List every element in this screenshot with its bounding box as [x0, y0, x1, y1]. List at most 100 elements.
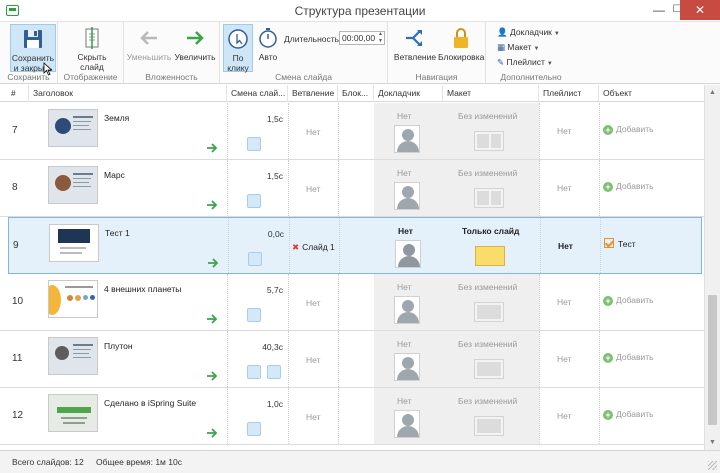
object-quiz[interactable]: Тест	[604, 238, 636, 249]
slide-title[interactable]: Марс	[104, 170, 125, 180]
slide-time[interactable]: 1,5с	[267, 171, 283, 181]
narrator-value[interactable]: Нет	[397, 111, 411, 121]
increase-nesting-button[interactable]: Увеличить	[172, 24, 218, 72]
decrease-nesting-button[interactable]: Уменьшить	[126, 24, 172, 72]
col-header-playlist[interactable]: Плейлист	[539, 85, 599, 102]
green-arrow-icon[interactable]	[207, 258, 219, 268]
table-row[interactable]: 10 4 внешних планеты 5,7с Нет Нет Без из…	[0, 274, 704, 331]
stopwatch-icon[interactable]	[267, 308, 281, 322]
green-arrow-icon[interactable]	[206, 428, 218, 438]
narrator-value[interactable]: Нет	[398, 226, 413, 236]
slide-time[interactable]: 1,5с	[267, 114, 283, 124]
playlist-value[interactable]: Нет	[557, 126, 571, 136]
narrator-value[interactable]: Нет	[397, 282, 411, 292]
layout-value[interactable]: Только слайд	[462, 226, 519, 236]
close-button[interactable]: ✕	[680, 0, 720, 20]
narrator-value[interactable]: Нет	[397, 339, 411, 349]
col-header-object[interactable]: Объект	[599, 85, 704, 102]
branch-value[interactable]: Нет	[306, 412, 320, 422]
layout-value[interactable]: Без изменений	[458, 396, 517, 406]
branch-target[interactable]: ✖ Слайд 1	[292, 242, 335, 253]
narrator-dropdown[interactable]: 👤 Докладчик ▼	[497, 26, 560, 39]
playlist-value[interactable]: Нет	[557, 183, 571, 193]
playlist-value[interactable]: Нет	[557, 354, 571, 364]
narrator-avatar-icon[interactable]	[395, 240, 421, 268]
add-object-button[interactable]: + Добавить	[603, 352, 654, 363]
branching-button[interactable]: Ветвление	[392, 24, 438, 72]
col-header-branching[interactable]: Ветвление	[288, 85, 338, 102]
layout-preview-icon[interactable]	[474, 416, 504, 436]
stopwatch-icon[interactable]	[267, 365, 281, 379]
scroll-down-icon[interactable]: ▼	[705, 435, 720, 450]
slide-time[interactable]: 5,7с	[267, 285, 283, 295]
narrator-value[interactable]: Нет	[397, 168, 411, 178]
narrator-avatar-icon[interactable]	[394, 296, 420, 324]
lock-button[interactable]: Блокировка	[438, 24, 484, 72]
branch-value[interactable]: Нет	[306, 127, 320, 137]
layout-preview-icon[interactable]	[474, 188, 504, 208]
slide-time[interactable]: 40,3с	[262, 342, 283, 352]
playlist-value[interactable]: Нет	[558, 241, 573, 251]
mouse-click-icon[interactable]	[247, 137, 261, 151]
table-row[interactable]: 8 Марс 1,5с Нет Нет Без изменений Нет + Д…	[0, 160, 704, 217]
slide-thumbnail[interactable]	[48, 394, 98, 432]
layout-dropdown[interactable]: ▦ Макет ▼	[497, 41, 539, 54]
slide-thumbnail[interactable]	[48, 109, 98, 147]
layout-preview-icon[interactable]	[474, 302, 504, 322]
add-object-button[interactable]: + Добавить	[603, 409, 654, 420]
table-row-selected[interactable]: 9 Тест 1 0,0с ✖ Слайд 1 Нет Только слайд …	[8, 217, 702, 274]
branch-value[interactable]: Нет	[306, 298, 320, 308]
on-click-button[interactable]: По клику	[223, 24, 253, 73]
slide-title[interactable]: Плутон	[104, 341, 133, 351]
branch-value[interactable]: Нет	[306, 184, 320, 194]
stopwatch-icon[interactable]	[268, 252, 282, 266]
playlist-value[interactable]: Нет	[557, 297, 571, 307]
mouse-click-icon[interactable]	[247, 308, 261, 322]
hide-slide-button[interactable]: Скрыть слайд	[72, 24, 112, 72]
slide-title[interactable]: Земля	[104, 113, 129, 123]
layout-value[interactable]: Без изменений	[458, 168, 517, 178]
col-header-lock[interactable]: Блок...	[338, 85, 374, 102]
table-row[interactable]: 11 Плутон 40,3с Нет Нет Без изменений Не…	[0, 331, 704, 388]
narrator-avatar-icon[interactable]	[394, 353, 420, 381]
narrator-value[interactable]: Нет	[397, 396, 411, 406]
green-arrow-icon[interactable]	[206, 200, 218, 210]
auto-button[interactable]: Авто	[254, 24, 282, 72]
stopwatch-icon[interactable]	[267, 137, 281, 151]
slide-title[interactable]: 4 внешних планеты	[104, 284, 181, 294]
narrator-avatar-icon[interactable]	[394, 182, 420, 210]
layout-preview-icon[interactable]	[475, 246, 505, 266]
slide-title[interactable]: Сделано в iSpring Suite	[104, 398, 196, 408]
col-header-title[interactable]: Заголовок	[29, 85, 227, 102]
green-arrow-icon[interactable]	[206, 143, 218, 153]
col-header-slide-change[interactable]: Смена слай...	[227, 85, 288, 102]
scroll-up-icon[interactable]: ▲	[705, 85, 720, 100]
green-arrow-icon[interactable]	[206, 314, 218, 324]
layout-preview-icon[interactable]	[474, 131, 504, 151]
layout-value[interactable]: Без изменений	[458, 282, 517, 292]
add-object-button[interactable]: + Добавить	[603, 124, 654, 135]
stopwatch-icon[interactable]	[267, 194, 281, 208]
col-header-layout[interactable]: Макет	[443, 85, 539, 102]
slide-time[interactable]: 1,0с	[267, 399, 283, 409]
slide-thumbnail[interactable]	[49, 224, 99, 262]
slide-title[interactable]: Тест 1	[105, 228, 130, 238]
layout-value[interactable]: Без изменений	[458, 111, 517, 121]
stopwatch-icon[interactable]	[267, 422, 281, 436]
mouse-click-icon[interactable]	[248, 252, 262, 266]
scrollbar-thumb[interactable]	[708, 295, 717, 425]
slide-time[interactable]: 0,0с	[268, 229, 284, 239]
col-header-narrator[interactable]: Докладчик	[374, 85, 443, 102]
layout-preview-icon[interactable]	[474, 359, 504, 379]
add-object-button[interactable]: + Добавить	[603, 181, 654, 192]
playlist-dropdown[interactable]: ✎ Плейлист ▼	[497, 56, 553, 69]
branch-value[interactable]: Нет	[306, 355, 320, 365]
narrator-avatar-icon[interactable]	[394, 410, 420, 438]
green-arrow-icon[interactable]	[206, 371, 218, 381]
col-header-number[interactable]: #	[0, 85, 29, 102]
resize-grip-icon[interactable]	[708, 461, 717, 470]
mouse-click-icon[interactable]	[247, 365, 261, 379]
slide-thumbnail[interactable]	[48, 166, 98, 204]
layout-value[interactable]: Без изменений	[458, 339, 517, 349]
mouse-click-icon[interactable]	[247, 194, 261, 208]
